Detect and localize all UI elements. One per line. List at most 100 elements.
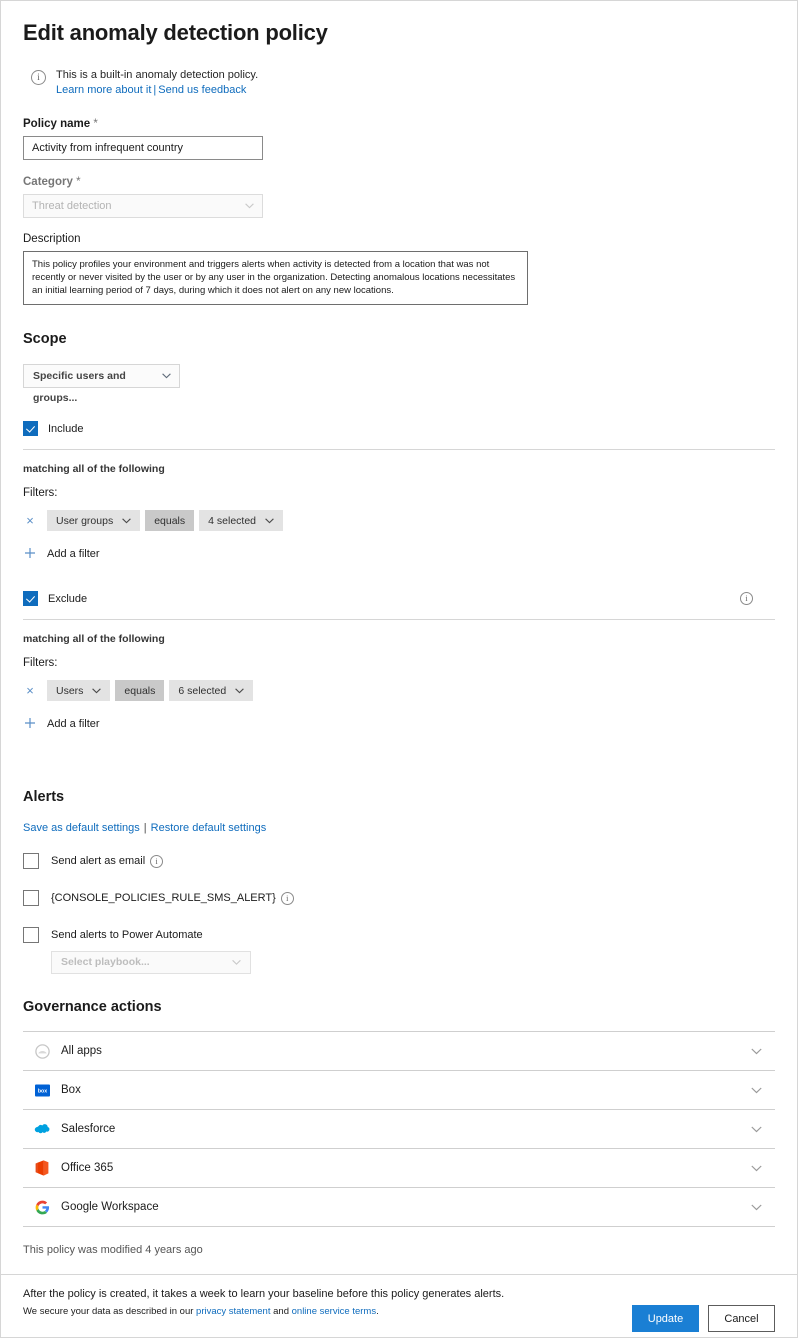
playbook-placeholder: Select playbook...	[61, 956, 150, 968]
chevron-down-icon	[235, 685, 245, 697]
exclude-info-icon[interactable]: i	[740, 592, 753, 605]
footer-buttons: Update Cancel	[632, 1305, 775, 1332]
governance-row-all-apps[interactable]: All apps	[23, 1031, 775, 1071]
governance-row-salesforce[interactable]: Salesforce	[23, 1110, 775, 1149]
sms-alert-row[interactable]: {CONSOLE_POLICIES_RULE_SMS_ALERT} i	[23, 890, 775, 906]
link-separator: |	[143, 822, 147, 834]
chevron-down-icon[interactable]	[751, 1042, 762, 1060]
send-feedback-link[interactable]: Send us feedback	[158, 84, 246, 96]
footer-note-line1: After the policy is created, it takes a …	[23, 1288, 505, 1300]
power-automate-checkbox[interactable]	[23, 927, 39, 943]
category-field: Category * Threat detection	[23, 176, 775, 218]
governance-rows: All apps box Box Salesforce Office 365 G…	[23, 1031, 775, 1227]
exclude-add-filter-button[interactable]: Add a filter	[23, 717, 775, 731]
page-title: Edit anomaly detection policy	[23, 20, 328, 45]
include-checkbox-row[interactable]: Include	[23, 421, 775, 436]
power-automate-row[interactable]: Send alerts to Power Automate	[23, 927, 775, 943]
include-filter-operator: equals	[145, 510, 195, 531]
scope-selector[interactable]: Specific users and groups...	[23, 364, 180, 404]
online-service-terms-link[interactable]: online service terms	[292, 1306, 376, 1317]
description-field: Description This policy profiles your en…	[23, 233, 775, 305]
include-filter-value[interactable]: 4 selected	[199, 510, 284, 531]
send-alert-email-row[interactable]: Send alert as email i	[23, 853, 775, 869]
info-banner-text: This is a built-in anomaly detection pol…	[56, 68, 258, 98]
policy-modified-text: This policy was modified 4 years ago	[23, 1244, 203, 1256]
info-banner-message: This is a built-in anomaly detection pol…	[56, 69, 259, 81]
required-asterisk: *	[76, 176, 81, 188]
save-default-settings-link[interactable]: Save as default settings	[23, 822, 140, 834]
category-label: Category *	[23, 176, 81, 188]
info-icon[interactable]: i	[280, 891, 294, 905]
plus-icon	[23, 547, 37, 561]
include-checkbox[interactable]	[23, 421, 38, 436]
include-add-filter-button[interactable]: Add a filter	[23, 547, 775, 561]
google-workspace-icon	[34, 1199, 50, 1215]
include-divider	[23, 449, 775, 450]
chevron-down-icon[interactable]	[751, 1081, 762, 1099]
include-filter-field-value: User groups	[56, 514, 114, 527]
chevron-down-icon	[92, 685, 102, 697]
scope-heading: Scope	[23, 331, 67, 347]
exclude-checkbox-row[interactable]: Exclude i	[23, 591, 775, 606]
chevron-down-icon[interactable]	[751, 1198, 762, 1216]
policy-name-label: Policy name *	[23, 118, 98, 130]
chevron-down-icon[interactable]	[751, 1120, 762, 1138]
governance-label: All apps	[61, 1045, 102, 1057]
governance-heading: Governance actions	[23, 999, 162, 1015]
all-apps-icon	[34, 1043, 50, 1059]
exclude-divider	[23, 619, 775, 620]
box-icon: box	[34, 1082, 50, 1098]
governance-label: Google Workspace	[61, 1201, 159, 1213]
chevron-down-icon	[232, 952, 241, 973]
send-alert-email-checkbox[interactable]	[23, 853, 39, 869]
governance-row-office365[interactable]: Office 365	[23, 1149, 775, 1188]
chevron-down-icon[interactable]	[751, 1159, 762, 1177]
salesforce-icon	[34, 1121, 50, 1137]
exclude-checkbox[interactable]	[23, 591, 38, 606]
exclude-filter-value[interactable]: 6 selected	[169, 680, 254, 701]
governance-label: Salesforce	[61, 1123, 116, 1135]
category-select[interactable]: Threat detection	[23, 194, 263, 218]
sms-alert-checkbox[interactable]	[23, 890, 39, 906]
include-filter-row: × User groups equals 4 selected	[23, 510, 775, 531]
governance-label: Box	[61, 1084, 81, 1096]
description-textarea[interactable]: This policy profiles your environment an…	[23, 251, 528, 305]
playbook-select[interactable]: Select playbook...	[51, 951, 251, 974]
restore-default-settings-link[interactable]: Restore default settings	[151, 822, 267, 834]
info-icon: i	[31, 70, 46, 85]
exclude-filters-label: Filters:	[23, 657, 58, 669]
include-filter-field[interactable]: User groups	[47, 510, 141, 531]
svg-text:box: box	[37, 1088, 46, 1094]
privacy-statement-link[interactable]: privacy statement	[196, 1306, 270, 1317]
chevron-down-icon	[122, 515, 131, 527]
governance-row-box[interactable]: box Box	[23, 1071, 775, 1110]
info-banner: i This is a built-in anomaly detection p…	[31, 68, 797, 98]
remove-filter-icon[interactable]: ×	[23, 684, 37, 697]
exclude-matching-text: matching all of the following	[23, 633, 165, 645]
required-asterisk: *	[93, 118, 98, 130]
learn-more-link[interactable]: Learn more about it	[56, 84, 151, 96]
policy-name-input[interactable]	[23, 136, 263, 160]
include-filters-label: Filters:	[23, 487, 58, 499]
cancel-button[interactable]: Cancel	[708, 1305, 775, 1332]
alerts-heading: Alerts	[23, 789, 65, 805]
footer: After the policy is created, it takes a …	[1, 1275, 797, 1332]
category-value: Threat detection	[32, 200, 112, 212]
chevron-down-icon	[265, 515, 274, 527]
update-button[interactable]: Update	[632, 1305, 699, 1332]
info-icon[interactable]: i	[150, 854, 164, 868]
sms-alert-label: {CONSOLE_POLICIES_RULE_SMS_ALERT} i	[51, 891, 294, 905]
exclude-filter-field[interactable]: Users	[47, 680, 111, 701]
governance-row-google-workspace[interactable]: Google Workspace	[23, 1188, 775, 1227]
remove-filter-icon[interactable]: ×	[23, 514, 37, 527]
policy-name-field: Policy name *	[23, 118, 775, 160]
governance-label: Office 365	[61, 1162, 114, 1174]
alerts-links: Save as default settings | Restore default…	[23, 822, 775, 834]
description-label: Description	[23, 233, 81, 245]
exclude-label: Exclude	[48, 592, 88, 605]
include-filter-value-text: 4 selected	[208, 514, 257, 527]
include-label: Include	[48, 422, 84, 435]
exclude-filter-value-text: 6 selected	[178, 684, 227, 697]
plus-icon	[23, 717, 37, 731]
exclude-filter-field-value: Users	[56, 684, 84, 697]
